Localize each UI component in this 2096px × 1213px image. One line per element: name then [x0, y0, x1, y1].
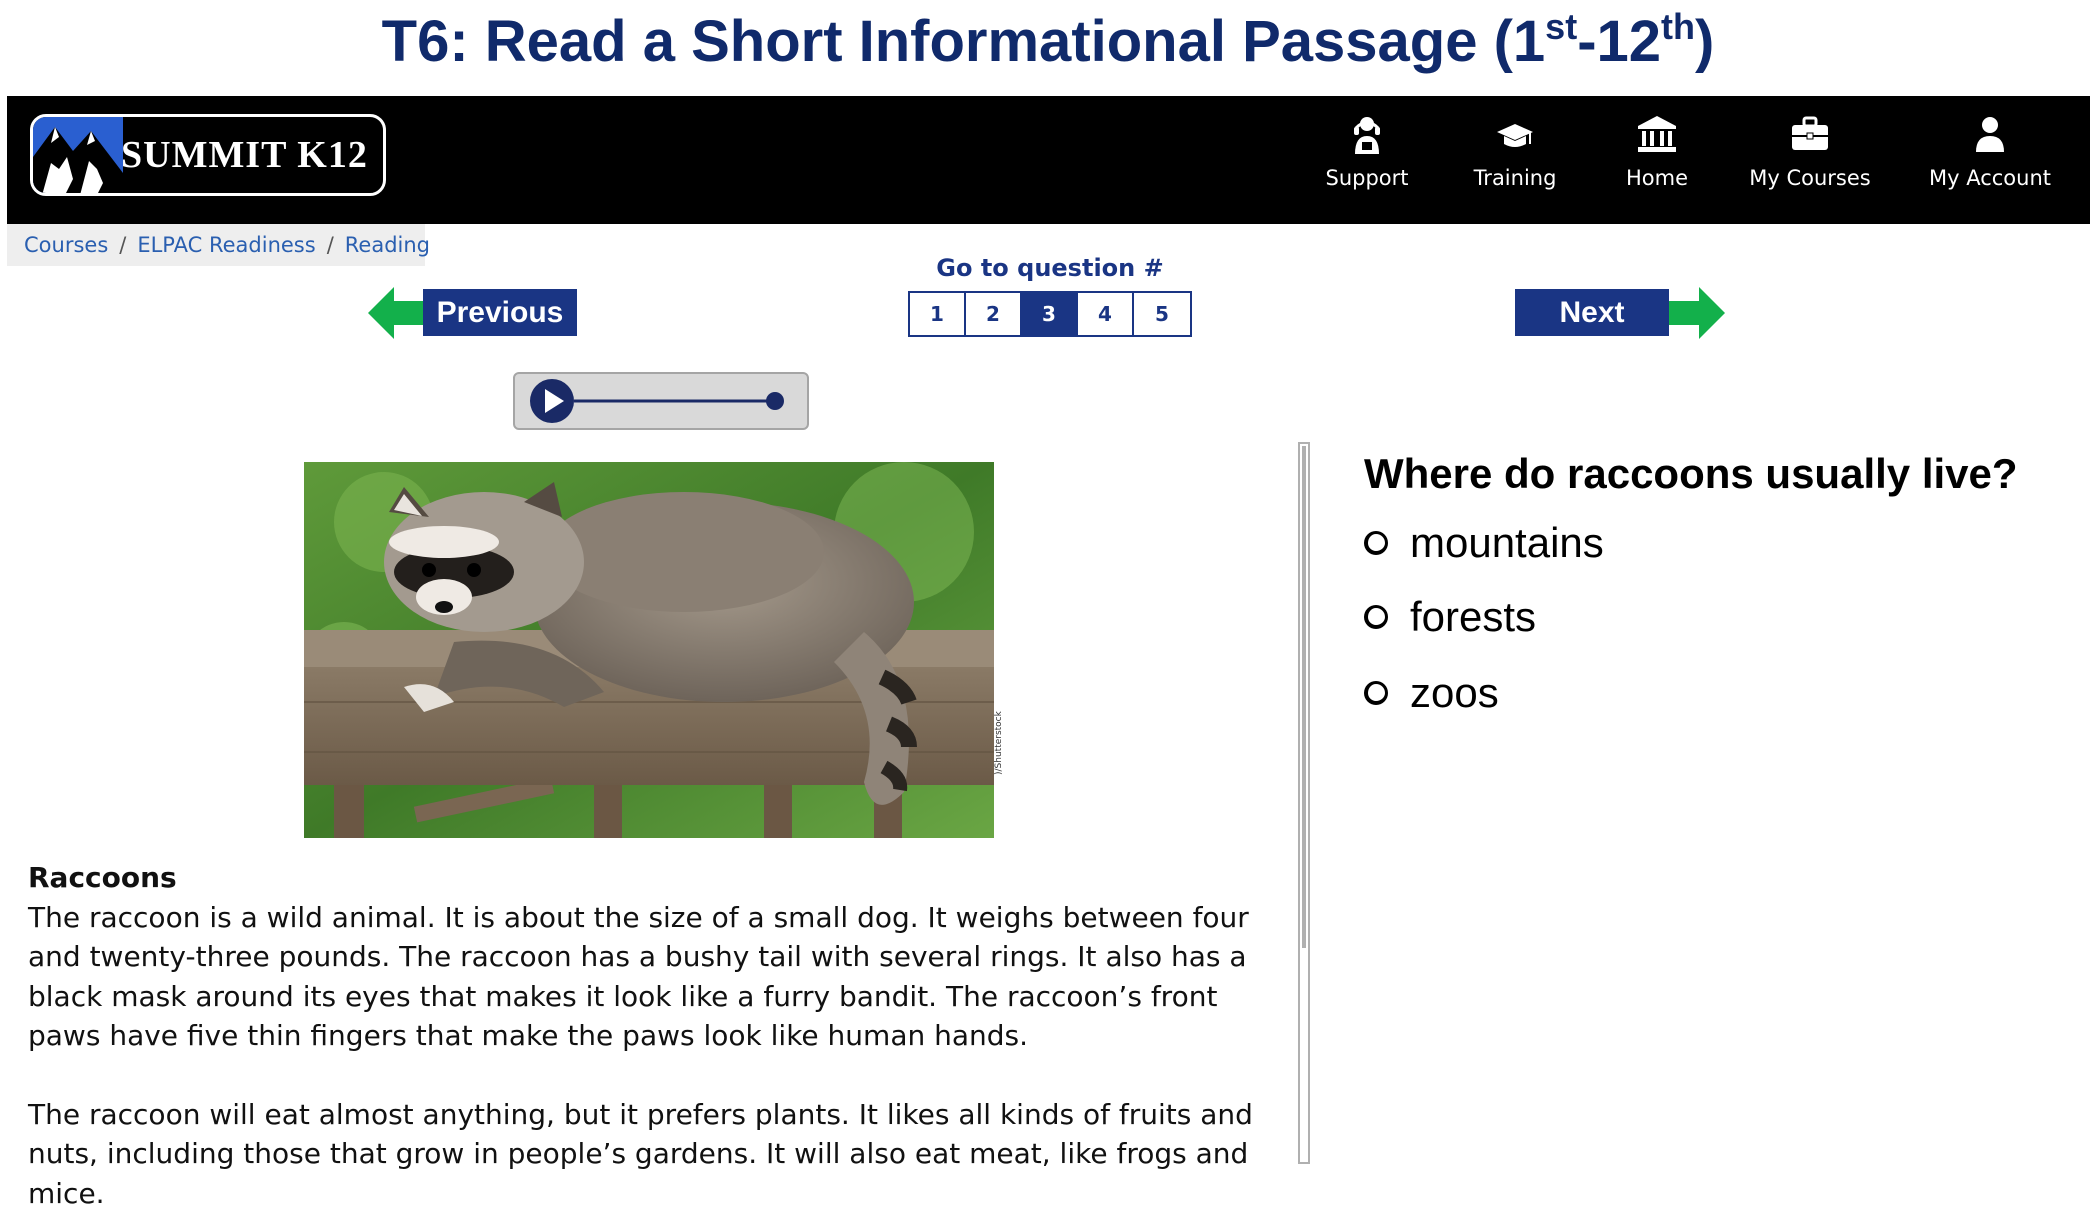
- radio-button-icon[interactable]: [1364, 605, 1388, 629]
- question-2-button[interactable]: 2: [966, 293, 1022, 335]
- mountain-logo-icon: [33, 117, 123, 196]
- image-credit: )/Shutterstock: [994, 711, 1004, 775]
- nav-training[interactable]: Training: [1450, 114, 1580, 204]
- logo-text: SUMMIT K12: [121, 133, 368, 177]
- building-columns-icon: [1636, 114, 1678, 154]
- question-text: Where do raccoons usually live?: [1364, 450, 2018, 498]
- question-1-button[interactable]: 1: [910, 293, 966, 335]
- passage-paragraph-1: The raccoon is a wild animal. It is abou…: [28, 898, 1278, 1056]
- arrow-right-icon[interactable]: [1669, 287, 1725, 339]
- audio-player: [513, 372, 809, 430]
- slide-title: T6: Read a Short Informational Passage (…: [0, 6, 2096, 78]
- radio-button-icon[interactable]: [1364, 531, 1388, 555]
- top-navbar: SUMMIT K12 Support Training: [7, 96, 2090, 224]
- audio-scrub-handle[interactable]: [766, 392, 784, 410]
- graduation-cap-icon: [1495, 114, 1535, 154]
- answer-option-zoos[interactable]: zoos: [1364, 668, 1499, 718]
- previous-button[interactable]: Previous: [423, 289, 577, 336]
- support-person-icon: [1352, 114, 1382, 154]
- passage: Raccoons The raccoon is a wild animal. I…: [28, 858, 1278, 1213]
- question-4-button[interactable]: 4: [1078, 293, 1134, 335]
- question-pager: 1 2 3 4 5: [908, 291, 1192, 337]
- briefcase-icon: [1790, 114, 1830, 154]
- nav-my-account[interactable]: My Account: [1910, 114, 2070, 204]
- arrow-left-icon[interactable]: [368, 287, 424, 339]
- answer-option-mountains[interactable]: mountains: [1364, 518, 1604, 568]
- question-5-button[interactable]: 5: [1134, 293, 1190, 335]
- next-button[interactable]: Next: [1515, 289, 1669, 336]
- question-3-button[interactable]: 3: [1022, 293, 1078, 335]
- user-icon: [1974, 114, 2006, 154]
- passage-paragraph-2: The raccoon will eat almost anything, bu…: [28, 1095, 1278, 1213]
- breadcrumb-elpac-readiness[interactable]: ELPAC Readiness: [137, 233, 315, 257]
- breadcrumb: Courses/ELPAC Readiness/Reading: [7, 224, 425, 266]
- raccoon-photo: [304, 462, 994, 838]
- go-to-question-label: Go to question #: [910, 254, 1190, 282]
- breadcrumb-reading[interactable]: Reading: [345, 233, 430, 257]
- nav-my-courses[interactable]: My Courses: [1730, 114, 1890, 204]
- answer-option-forests[interactable]: forests: [1364, 592, 1536, 642]
- nav-home[interactable]: Home: [1597, 114, 1717, 204]
- passage-title: Raccoons: [28, 858, 1278, 898]
- raccoon-image: [304, 462, 994, 838]
- scrollbar-thumb[interactable]: [1302, 446, 1306, 948]
- play-icon[interactable]: [530, 379, 574, 423]
- breadcrumb-courses[interactable]: Courses: [24, 233, 108, 257]
- radio-button-icon[interactable]: [1364, 681, 1388, 705]
- passage-scrollbar[interactable]: [1298, 442, 1310, 1164]
- nav-support[interactable]: Support: [1307, 114, 1427, 204]
- summit-k12-logo[interactable]: SUMMIT K12: [30, 114, 386, 196]
